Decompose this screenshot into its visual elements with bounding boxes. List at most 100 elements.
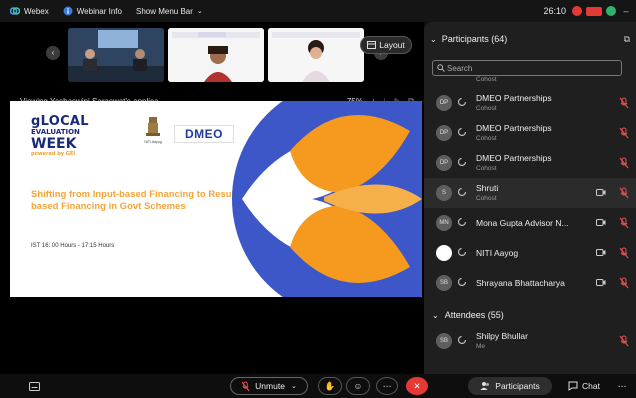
avatar: SB [436, 333, 452, 349]
unmute-button[interactable]: Unmute ⌄ [230, 377, 308, 395]
video-camera-icon[interactable] [596, 248, 606, 257]
participant-row[interactable]: DP DMEO Partnerships Cohost [424, 118, 636, 148]
search-icon [437, 64, 445, 74]
mic-muted-icon[interactable] [619, 97, 629, 109]
mic-muted-icon[interactable] [619, 187, 629, 199]
avatar: DP [436, 95, 452, 111]
participants-button[interactable]: Participants [468, 377, 552, 395]
info-icon [63, 6, 73, 16]
more-panels-button[interactable]: ⋯ [614, 377, 630, 395]
participant-name: DMEO Partnerships [476, 123, 552, 133]
bottom-control-bar: Unmute ⌄ ✋ ☺ ⋯ ✕ Participants Chat ⋯ [0, 374, 636, 398]
participants-panel: ⌄ Participants (64) ⧉ Search Cohost DP DM… [424, 22, 636, 374]
national-emblem-logo: NITI Aayog [140, 115, 166, 149]
previous-thumbnails-button[interactable]: ‹ [46, 46, 60, 60]
participant-name: NITI Aayog [476, 248, 519, 258]
slide-time: IST 16: 00 Hours - 17:15 Hours [31, 243, 115, 249]
participants-title: Participants (64) [441, 34, 508, 44]
avatar: DP [436, 125, 452, 141]
avatar: S [436, 185, 452, 201]
mic-muted-icon[interactable] [619, 277, 629, 289]
layout-button[interactable]: Layout [360, 36, 412, 54]
sync-icon [457, 247, 467, 257]
participant-row[interactable]: MN Mona Gupta Advisor N... [424, 208, 636, 238]
participant-name: Shrayana Bhattacharya [476, 278, 565, 288]
attendee-row[interactable]: SB Shilpy Bhullar Me [424, 326, 636, 356]
participant-row-partial[interactable]: Cohost [424, 74, 636, 88]
popout-panel-icon[interactable]: ⧉ [624, 34, 630, 44]
participant-role: Cohost [476, 195, 497, 202]
live-badge-icon [586, 6, 602, 16]
more-icon: ⋯ [382, 380, 392, 391]
participant-name: DMEO Partnerships [476, 153, 552, 163]
app-name: Webex [24, 6, 49, 16]
participant-role: Cohost [476, 135, 497, 142]
avatar: SB [436, 275, 452, 291]
participant-role: Me [476, 343, 486, 350]
mic-muted-icon[interactable] [619, 157, 629, 169]
smiley-icon: ☺ [353, 381, 363, 391]
show-menu-bar-button[interactable]: Show Menu Bar ⌄ [136, 7, 203, 16]
captions-button[interactable] [24, 377, 44, 395]
participant-role: Cohost [476, 165, 497, 172]
video-thumbnail-2[interactable] [168, 28, 264, 82]
participant-name: Shruti [476, 183, 499, 193]
participants-header[interactable]: ⌄ Participants (64) [430, 34, 507, 44]
search-placeholder: Search [447, 63, 473, 73]
video-camera-icon[interactable] [596, 188, 606, 197]
participants-label: Participants [495, 381, 540, 391]
more-icon: ⋯ [617, 380, 627, 391]
attendees-section-header[interactable]: ⌄ Attendees (55) [432, 310, 504, 320]
mic-muted-icon[interactable] [619, 247, 629, 259]
logo-line-4: powered by GEI [31, 151, 76, 157]
avatar: MN [436, 215, 452, 231]
meeting-timer: 26:10 [543, 6, 566, 16]
participant-row[interactable]: SB Shrayana Bhattacharya [424, 268, 636, 298]
participant-row[interactable]: NITI Aayog [424, 238, 636, 268]
webinar-info-button[interactable]: Webinar Info [63, 6, 122, 16]
participant-row[interactable]: DP DMEO Partnerships Cohost [424, 148, 636, 178]
video-feed-icon [168, 28, 264, 82]
chevron-down-icon: ⌄ [432, 310, 439, 320]
logo-line-1: gLOCAL [31, 114, 89, 129]
video-thumbnail-3[interactable] [268, 28, 364, 82]
more-options-button[interactable]: ⋯ [376, 377, 398, 395]
sync-icon [457, 335, 467, 345]
webex-menu[interactable]: Webex [10, 6, 49, 16]
emblem-caption: NITI Aayog [144, 140, 162, 144]
chat-label: Chat [582, 381, 600, 391]
video-camera-icon[interactable] [596, 278, 606, 287]
reactions-button[interactable]: ☺ [346, 377, 370, 395]
participant-row[interactable]: S Shruti Cohost [424, 178, 636, 208]
mic-muted-icon[interactable] [619, 335, 629, 347]
recording-icon[interactable] [572, 6, 582, 16]
petal-graphic-icon [232, 101, 422, 297]
captions-icon [28, 381, 40, 391]
sync-icon [457, 277, 467, 287]
participant-name: Shilpy Bhullar [476, 331, 528, 341]
video-camera-icon[interactable] [596, 218, 606, 227]
participant-name: DMEO Partnerships [476, 93, 552, 103]
participant-name: Mona Gupta Advisor N... [476, 218, 569, 228]
raise-hand-button[interactable]: ✋ [318, 377, 342, 395]
dmeo-logo: DMEO [174, 125, 234, 143]
sync-icon [457, 217, 467, 227]
video-thumbnail-1[interactable] [68, 28, 164, 82]
chat-button[interactable]: Chat [562, 377, 606, 395]
chevron-down-icon[interactable]: ⌄ [291, 382, 297, 390]
close-icon: ✕ [413, 380, 421, 391]
video-feed-icon [268, 28, 364, 82]
chevron-down-icon: ⌄ [430, 34, 437, 44]
mic-muted-icon[interactable] [619, 127, 629, 139]
connection-status-icon[interactable] [606, 6, 616, 16]
leave-meeting-button[interactable]: ✕ [406, 377, 428, 395]
minimize-icon[interactable]: – [620, 5, 632, 17]
mic-muted-icon[interactable] [619, 217, 629, 229]
participant-row[interactable]: DP DMEO Partnerships Cohost [424, 88, 636, 118]
top-bar: Webex Webinar Info Show Menu Bar ⌄ 26:10… [0, 0, 636, 22]
shared-slide: gLOCAL EVALUATION WEEK powered by GEI NI… [10, 101, 422, 297]
show-menu-bar-label: Show Menu Bar [135, 6, 193, 16]
layout-icon [367, 41, 377, 49]
webex-icon [10, 7, 20, 15]
sync-icon [457, 127, 467, 137]
